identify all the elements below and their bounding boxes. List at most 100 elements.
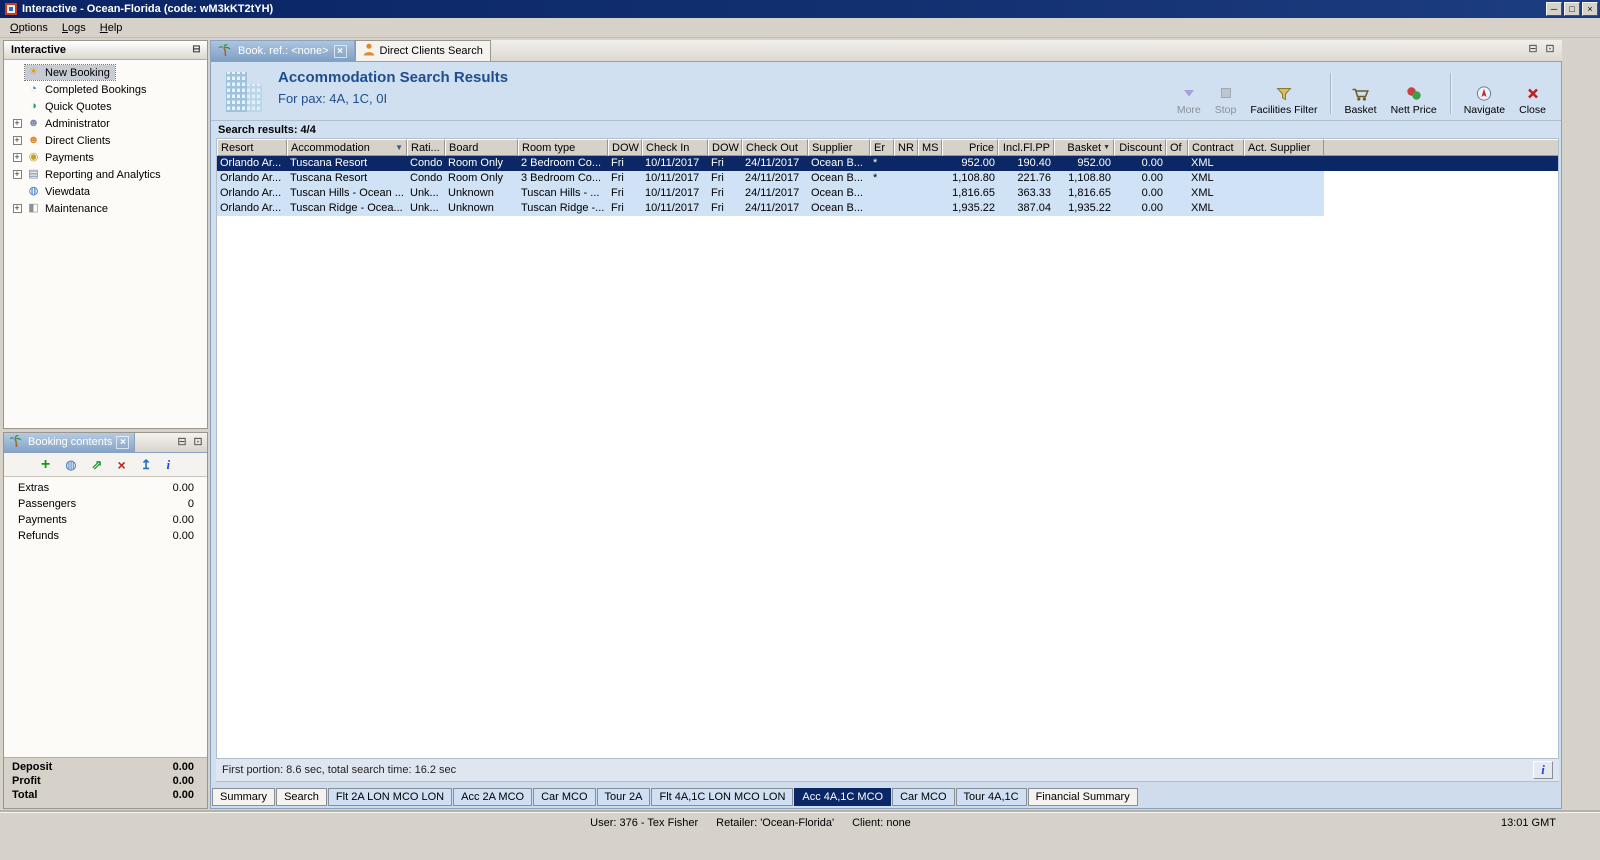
menu-options[interactable]: Options (3, 19, 55, 37)
expand-icon[interactable]: + (12, 119, 22, 128)
add-item-button[interactable]: + (41, 456, 50, 472)
column-header-act-supplier[interactable]: Act. Supplier (1244, 139, 1324, 156)
booking-row-deposit[interactable]: Deposit 0.00 (4, 761, 207, 775)
expand-icon[interactable]: + (12, 153, 22, 162)
booking-contents-tab[interactable]: Booking contents × (4, 433, 136, 452)
column-header-nr[interactable]: NR (894, 139, 918, 156)
column-header-supplier[interactable]: Supplier (808, 139, 870, 156)
cell-of (1166, 171, 1188, 186)
filter-icon[interactable]: ▼ (393, 143, 403, 152)
bottom-tab-search[interactable]: Search (276, 788, 327, 806)
maximize-editor-icon[interactable]: ⊡ (1543, 43, 1557, 57)
column-header-er[interactable]: Er (870, 139, 894, 156)
table-row[interactable]: Orlando Ar... Tuscana Resort Condo Room Onl… (217, 171, 1558, 186)
table-row[interactable]: Orlando Ar... Tuscan Ridge - Ocea... Unk..… (217, 201, 1558, 216)
column-header-check-out[interactable]: Check Out (742, 139, 808, 156)
navigate-button[interactable]: Navigate (1457, 69, 1512, 118)
minimize-window-button[interactable]: ─ (1546, 2, 1562, 16)
column-header-incl-fl-pp[interactable]: Incl.Fl.PP (998, 139, 1054, 156)
booking-row-refunds[interactable]: Refunds 0.00 (4, 530, 207, 546)
expand-icon[interactable]: + (12, 136, 22, 145)
expander: + (9, 170, 25, 179)
sidebar-item-administrator[interactable]: + Administrator (4, 115, 207, 132)
info-button[interactable]: i (1533, 761, 1553, 779)
column-label: DOW (712, 141, 739, 154)
item-info-button[interactable]: i (167, 457, 171, 472)
column-header-of[interactable]: Of (1166, 139, 1188, 156)
menu-help[interactable]: Help (93, 19, 130, 37)
cell-accommodation: Tuscan Ridge - Ocea... (287, 201, 407, 216)
reporting-icon (26, 168, 41, 181)
bottom-tab-car-mco[interactable]: Car MCO (533, 788, 596, 806)
booking-row-extras[interactable]: Extras 0.00 (4, 482, 207, 498)
close-button[interactable]: Close (1512, 69, 1553, 118)
booking-row-payments[interactable]: Payments 0.00 (4, 514, 207, 530)
status-user: User: 376 - Tex Fisher (590, 816, 699, 829)
facilities-filter-button[interactable]: Facilities Filter (1243, 69, 1324, 118)
sidebar-item-direct-clients[interactable]: + Direct Clients (4, 132, 207, 149)
minimize-view-icon[interactable]: ⊟ (175, 436, 189, 450)
sidebar-item-viewdata[interactable]: Viewdata (4, 183, 207, 200)
cell-dow: Fri (708, 171, 742, 186)
column-header-dow[interactable]: DOW (608, 139, 642, 156)
column-header-basket[interactable]: Basket ▼ (1054, 139, 1114, 156)
toolbar-label: Basket (1344, 104, 1377, 116)
bottom-tab-financial-summary[interactable]: Financial Summary (1027, 788, 1138, 806)
move-up-button[interactable]: ↥ (141, 457, 152, 472)
app-window: Interactive - Ocean-Florida (code: wM3kK… (0, 0, 1600, 860)
close-tab-icon[interactable]: × (333, 44, 347, 58)
nett-price-button[interactable]: Nett Price (1384, 69, 1444, 118)
column-header-price[interactable]: Price (942, 139, 998, 156)
sidebar-item-completed-bookings[interactable]: Completed Bookings (4, 81, 207, 98)
column-header-check-in[interactable]: Check In (642, 139, 708, 156)
sidebar-item-reporting-and-analytics[interactable]: + Reporting and Analytics (4, 166, 207, 183)
delete-item-button[interactable]: × (117, 458, 125, 472)
booking-row-profit[interactable]: Profit 0.00 (4, 775, 207, 789)
tab-book-ref-none[interactable]: Book. ref.: <none> × (210, 40, 355, 61)
close-tab-icon[interactable]: × (116, 435, 130, 449)
cell-check-out: 24/11/2017 (742, 201, 808, 216)
cell-basket: 952.00 (1077, 157, 1111, 169)
sidebar-item-quick-quotes[interactable]: Quick Quotes (4, 98, 207, 115)
table-row[interactable]: Orlando Ar... Tuscana Resort Condo Room Onl… (217, 156, 1558, 171)
tree-label-wrap: Viewdata (25, 184, 95, 199)
menu-logs[interactable]: Logs (55, 19, 93, 37)
booking-row-total[interactable]: Total 0.00 (4, 789, 207, 803)
bottom-tab-flt-2a-lon-mco-lon[interactable]: Flt 2A LON MCO LON (327, 788, 453, 806)
export-button[interactable]: ⇗ (92, 457, 103, 472)
column-header-ms[interactable]: MS (918, 139, 942, 156)
expand-icon[interactable]: + (12, 170, 22, 179)
close-window-button[interactable]: × (1582, 2, 1598, 16)
column-header-board[interactable]: Board (445, 139, 518, 156)
bottom-tab-summary[interactable]: Summary (212, 788, 276, 806)
minimize-panel-icon[interactable]: ⊟ (189, 44, 204, 57)
column-header-room-type[interactable]: Room type (518, 139, 608, 156)
sidebar-item-payments[interactable]: + Payments (4, 149, 207, 166)
quote-button[interactable]: ◍ (65, 457, 76, 472)
bottom-tab-car-mco[interactable]: Car MCO (892, 788, 955, 806)
cell-dow: Fri (708, 201, 742, 216)
minimize-editor-icon[interactable]: ⊟ (1526, 43, 1540, 57)
maximize-view-icon[interactable]: ⊡ (191, 436, 205, 450)
table-row[interactable]: Orlando Ar... Tuscan Hills - Ocean ... Unk… (217, 186, 1558, 201)
basket-button[interactable]: Basket (1337, 69, 1383, 118)
column-header-dow[interactable]: DOW (708, 139, 742, 156)
sidebar-item-maintenance[interactable]: + Maintenance (4, 200, 207, 217)
column-header-resort[interactable]: Resort (217, 139, 287, 156)
maximize-window-button[interactable]: □ (1564, 2, 1580, 16)
column-header-discount[interactable]: Discount (1114, 139, 1166, 156)
column-header-accommodation[interactable]: Accommodation ▼ (287, 139, 407, 156)
column-header-rati[interactable]: Rati... (407, 139, 445, 156)
tab-direct-clients-search[interactable]: Direct Clients Search (354, 40, 491, 61)
bottom-tab-tour-4a-1c[interactable]: Tour 4A,1C (955, 788, 1027, 806)
expand-icon[interactable]: + (12, 204, 22, 213)
cell-basket: 1,816.65 (1054, 186, 1114, 201)
editor-tabbar: Book. ref.: <none> × Direct Clients Search… (210, 40, 1562, 61)
bottom-tab-tour-2a[interactable]: Tour 2A (596, 788, 651, 806)
column-header-contract[interactable]: Contract (1188, 139, 1244, 156)
sidebar-item-new-booking[interactable]: New Booking (4, 64, 207, 81)
bottom-tab-flt-4a-1c-lon-mco-lon[interactable]: Flt 4A,1C LON MCO LON (651, 788, 794, 806)
bottom-tab-acc-2a-mco[interactable]: Acc 2A MCO (453, 788, 533, 806)
booking-row-passengers[interactable]: Passengers 0 (4, 498, 207, 514)
bottom-tab-acc-4a-1c-mco[interactable]: Acc 4A,1C MCO (794, 788, 892, 806)
